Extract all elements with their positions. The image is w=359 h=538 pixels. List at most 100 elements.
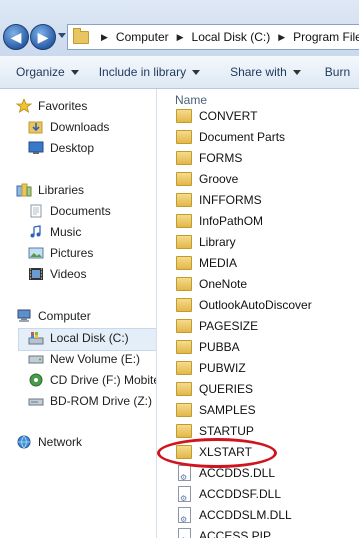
nav-libraries-label: Libraries — [38, 183, 85, 197]
list-item[interactable]: SAMPLES — [176, 400, 256, 420]
list-item[interactable]: ACCDDSF.DLL — [176, 484, 282, 509]
folder-icon — [176, 339, 192, 354]
list-item-label: OneNote — [199, 277, 248, 291]
list-item[interactable]: FORMS — [176, 148, 242, 168]
list-item-label: QUERIES — [199, 382, 254, 396]
highlight-oval — [157, 438, 277, 468]
list-item[interactable]: OneNote — [176, 274, 247, 294]
list-item[interactable]: CONVERT — [176, 106, 257, 126]
list-item-label: ACCDDS.DLL — [199, 466, 276, 480]
folder-icon — [176, 255, 192, 270]
breadcrumb-program-files[interactable]: Program Files — [293, 30, 359, 44]
folder-icon — [176, 381, 192, 396]
list-item[interactable]: Groove — [176, 169, 238, 189]
nav-cd-drive[interactable]: CD Drive (F:) Mobite — [28, 370, 156, 390]
breadcrumb[interactable]: ▶ Computer ▶ Local Disk (C:) ▶ Program F… — [67, 24, 359, 50]
nav-desktop-label: Desktop — [50, 141, 95, 155]
list-item-label: CONVERT — [199, 109, 258, 123]
nav-network[interactable]: Network — [16, 432, 82, 452]
forward-button[interactable]: ▶ — [30, 24, 56, 50]
chevron-right-icon[interactable]: ▶ — [101, 32, 108, 43]
chevron-right-icon[interactable]: ▶ — [278, 32, 285, 43]
folder-icon — [176, 234, 192, 249]
dll-file-icon — [178, 485, 191, 509]
list-item-label: Document Parts — [199, 130, 286, 144]
chevron-right-icon[interactable]: ▶ — [177, 32, 184, 43]
list-item[interactable]: ACCDDSLM.DLL — [176, 505, 292, 530]
nav-desktop[interactable]: Desktop — [28, 138, 94, 158]
chevron-down-icon — [70, 70, 79, 76]
list-item[interactable]: PUBBA — [176, 337, 240, 357]
list-item[interactable]: PAGESIZE — [176, 316, 258, 336]
list-item[interactable]: InfoPathOM — [176, 211, 263, 231]
nav-downloads[interactable]: Downloads — [28, 117, 109, 137]
column-header-name[interactable]: Name — [175, 93, 207, 107]
recent-pages-dropdown[interactable] — [58, 33, 66, 38]
nav-music-label: Music — [50, 225, 82, 239]
share-with-button[interactable]: Share with — [200, 65, 301, 79]
list-item-label: PUBWIZ — [199, 361, 246, 375]
nav-music[interactable]: Music — [28, 222, 81, 242]
nav-favorites-label: Favorites — [38, 99, 88, 113]
list-item[interactable]: ACCESS.PIP — [176, 526, 271, 538]
include-label: Include in library — [98, 65, 187, 79]
nav-libraries[interactable]: Libraries — [16, 180, 84, 200]
pictures-icon — [28, 246, 44, 260]
list-item-label: MEDIA — [199, 256, 238, 270]
dll-file-icon — [178, 464, 191, 488]
command-toolbar: Organize Include in library Share with B… — [0, 56, 359, 89]
list-item-label: OutlookAutoDiscover — [199, 298, 312, 312]
star-icon — [15, 97, 33, 113]
nav-pictures-label: Pictures — [50, 246, 94, 260]
nav-favorites[interactable]: Favorites — [15, 96, 88, 116]
list-item[interactable]: PUBWIZ — [176, 358, 246, 378]
videos-icon — [28, 267, 44, 281]
breadcrumb-computer[interactable]: Computer — [116, 30, 169, 44]
nav-bd-drive[interactable]: BD-ROM Drive (Z:) O — [28, 391, 157, 411]
list-item[interactable]: QUERIES — [176, 379, 253, 399]
file-list: Name CONVERT Document Parts FORMS Groove… — [157, 89, 359, 538]
list-item-label: INFFORMS — [199, 193, 262, 207]
list-item-label: FORMS — [199, 151, 243, 165]
network-icon — [16, 435, 32, 449]
nav-bd-drive-label: BD-ROM Drive (Z:) O — [50, 394, 157, 408]
breadcrumb-local-disk[interactable]: Local Disk (C:) — [192, 30, 271, 44]
share-label: Share with — [230, 65, 287, 79]
back-button[interactable]: ◀ — [3, 24, 29, 50]
list-item-label: SAMPLES — [199, 403, 256, 417]
downloads-folder-icon — [28, 120, 44, 134]
nav-network-label: Network — [38, 435, 83, 449]
hard-drive-icon — [28, 352, 44, 366]
list-item[interactable]: Library — [176, 232, 236, 252]
folder-icon — [176, 318, 192, 333]
nav-videos[interactable]: Videos — [28, 264, 86, 284]
nav-videos-label: Videos — [50, 267, 87, 281]
nav-local-disk[interactable]: Local Disk (C:) — [28, 328, 129, 348]
nav-computer[interactable]: Computer — [16, 306, 91, 326]
nav-downloads-label: Downloads — [50, 120, 110, 134]
folder-icon — [176, 171, 192, 186]
nav-new-volume-label: New Volume (E:) — [50, 352, 141, 366]
computer-icon — [16, 309, 32, 323]
nav-documents[interactable]: Documents — [28, 201, 111, 221]
burn-button[interactable]: Burn — [301, 65, 350, 79]
folder-icon — [73, 27, 89, 44]
list-item-label: ACCDDSF.DLL — [199, 487, 282, 501]
list-item-label: Library — [199, 235, 236, 249]
chevron-down-icon — [192, 70, 201, 76]
nav-new-volume[interactable]: New Volume (E:) — [28, 349, 140, 369]
list-item[interactable]: MEDIA — [176, 253, 237, 273]
folder-icon — [176, 402, 192, 417]
folder-icon — [176, 213, 192, 228]
include-in-library-button[interactable]: Include in library — [79, 65, 201, 79]
folder-icon — [176, 360, 192, 375]
folder-icon — [176, 108, 192, 123]
music-icon — [28, 225, 44, 239]
folder-icon — [176, 150, 192, 165]
nav-pictures[interactable]: Pictures — [28, 243, 93, 263]
list-item[interactable]: INFFORMS — [176, 190, 262, 210]
list-item[interactable]: Document Parts — [176, 127, 285, 147]
organize-button[interactable]: Organize — [0, 65, 79, 79]
list-item[interactable]: OutlookAutoDiscover — [176, 295, 312, 315]
disc-drive-icon — [28, 394, 44, 408]
